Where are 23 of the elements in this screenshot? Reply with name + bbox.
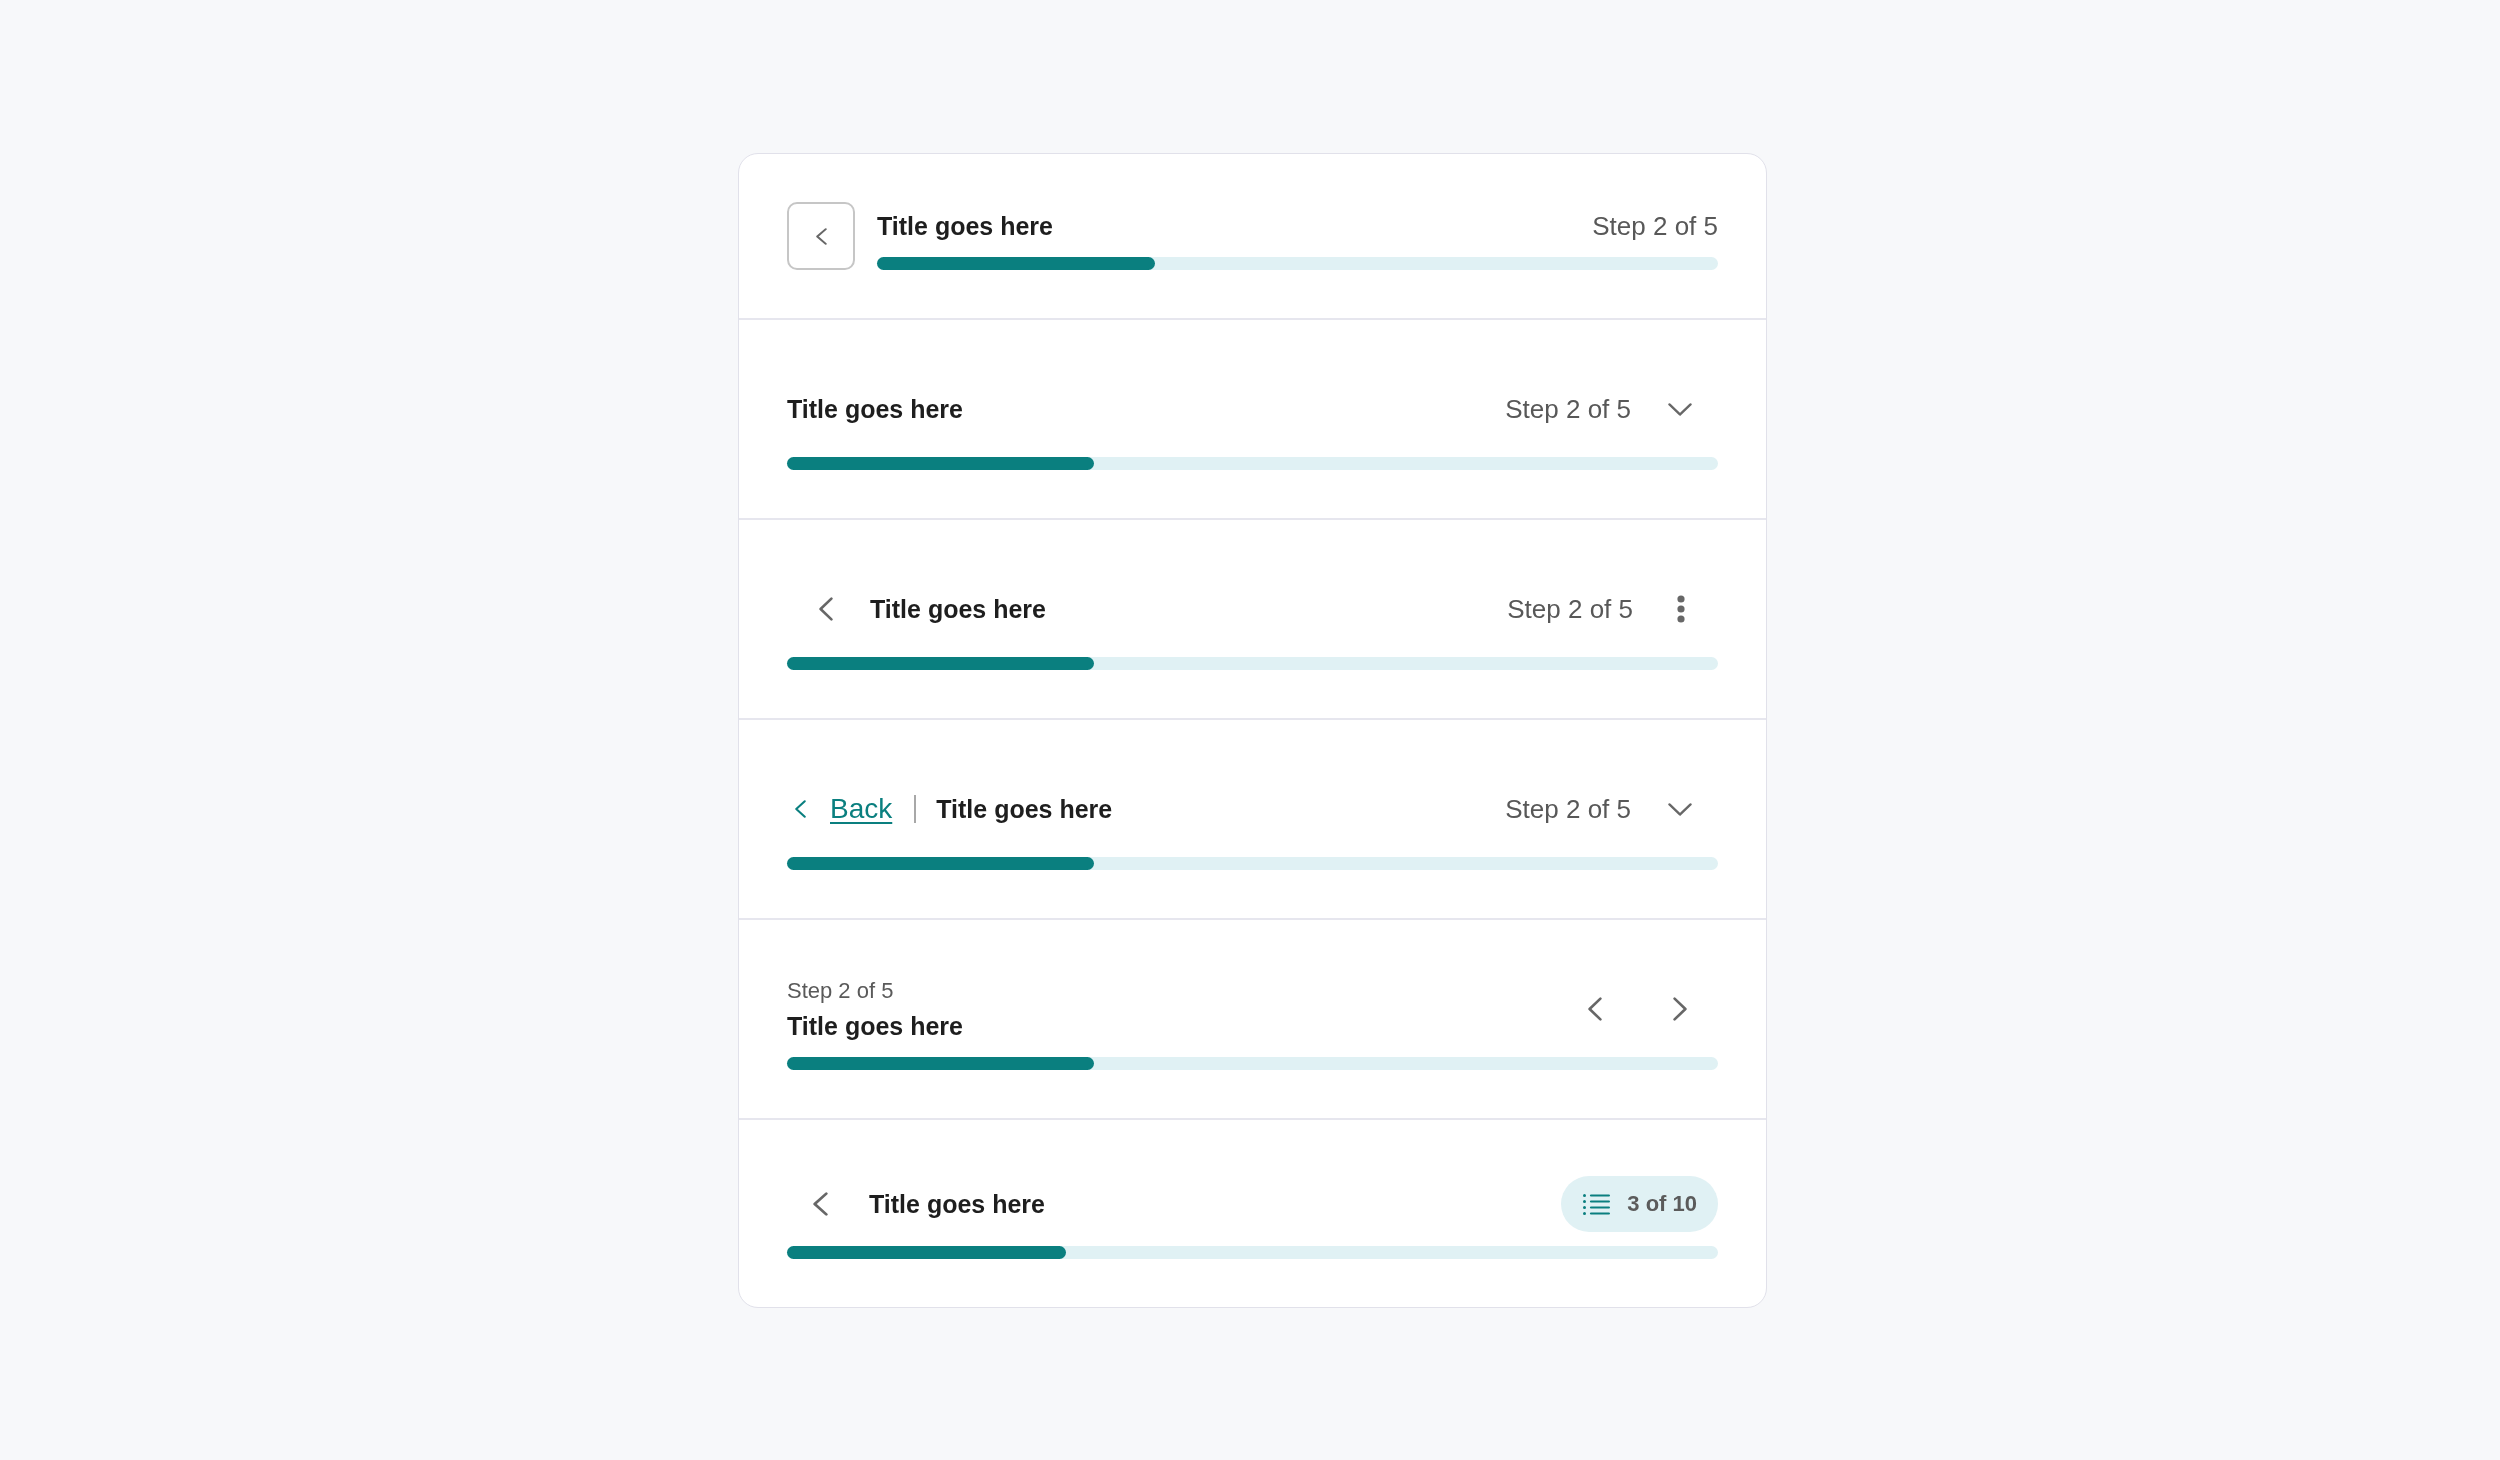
step-indicator: Step 2 of 5	[1592, 210, 1718, 242]
back-link[interactable]: Back	[830, 793, 893, 825]
chevron-right-icon[interactable]	[1673, 997, 1687, 1021]
page-title: Title goes here	[787, 1011, 963, 1041]
page-title: Title goes here	[787, 394, 963, 424]
chevron-left-icon[interactable]	[815, 227, 827, 245]
list-icon	[1583, 1193, 1611, 1215]
chevron-down-icon[interactable]	[1668, 402, 1692, 416]
chevron-down-icon[interactable]	[1668, 802, 1692, 816]
page-title: Title goes here	[869, 1189, 1045, 1219]
kebab-menu-icon[interactable]	[1677, 595, 1685, 623]
page-title: Title goes here	[877, 211, 1053, 241]
chevron-left-icon[interactable]	[795, 800, 806, 818]
chevron-left-icon[interactable]	[1588, 997, 1602, 1021]
step-counter-button[interactable]: 3 of 10	[1561, 1176, 1718, 1232]
chevron-left-icon[interactable]	[813, 1192, 828, 1216]
chevron-left-icon[interactable]	[819, 597, 833, 621]
step-indicator: Step 2 of 5	[1505, 393, 1631, 425]
step-indicator: Step 2 of 5	[1505, 793, 1631, 825]
page-title: Title goes here	[936, 794, 1113, 824]
page-title: Title goes here	[870, 594, 1046, 624]
step-indicator: Step 2 of 5	[787, 977, 894, 1004]
step-indicator: Step 2 of 5	[1507, 593, 1633, 625]
